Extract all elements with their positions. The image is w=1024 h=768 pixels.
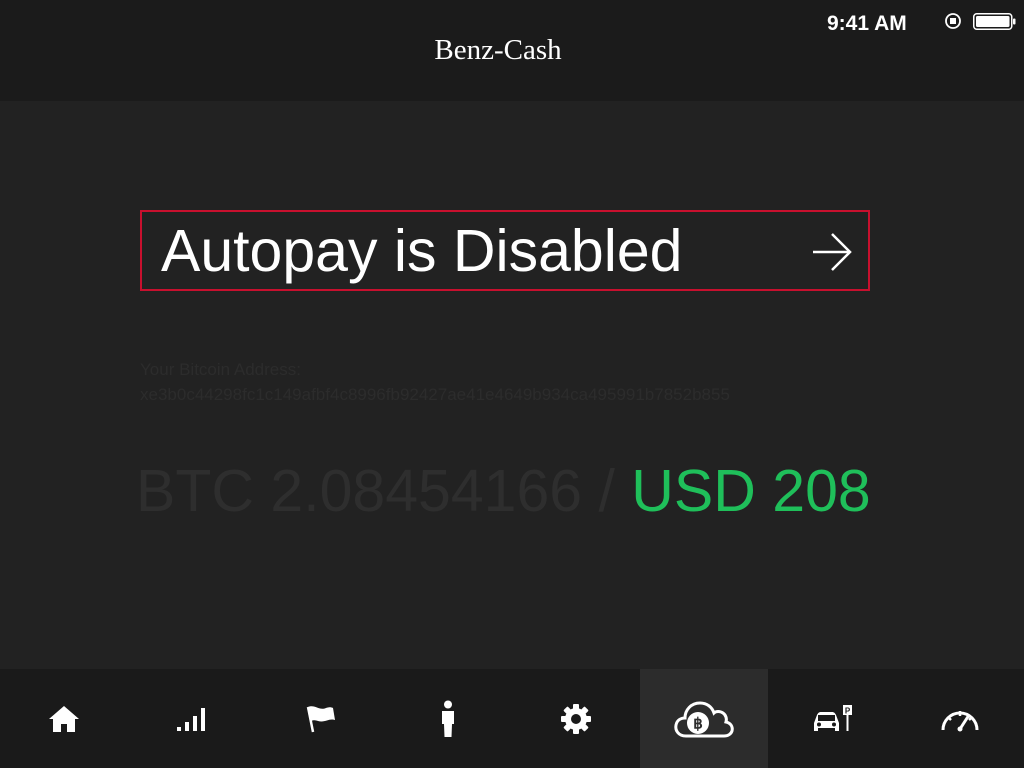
speedometer-icon [941, 710, 979, 731]
tab-signal[interactable] [128, 669, 256, 768]
balance-display: BTC 2.08454166 / USD 208 [136, 456, 871, 526]
autopay-status-label: Autopay is Disabled [161, 218, 683, 284]
home-icon [49, 705, 79, 732]
status-time: 9:41 AM [827, 12, 907, 35]
bitcoin-cloud-icon: ฿ [674, 700, 734, 737]
person-icon [442, 700, 454, 737]
bitcoin-address-label: Your Bitcoin Address: [140, 360, 301, 379]
autopay-toggle-button[interactable]: Autopay is Disabled [140, 210, 870, 291]
tab-flag[interactable] [256, 669, 384, 768]
main-content: Autopay is Disabled Your Bitcoin Address… [0, 101, 1024, 669]
signal-bars-icon [177, 707, 205, 731]
balance-separator: / [582, 458, 632, 524]
header-bar: Benz-Cash 9:41 AM [0, 0, 1024, 101]
bottom-tab-bar: ฿ P [0, 669, 1024, 768]
btc-balance: BTC 2.08454166 [136, 458, 583, 524]
bitcoin-address-value: xe3b0c44298fc1c149afbf4c8996fb92427ae41e… [140, 385, 730, 404]
arrow-right-icon [813, 233, 852, 271]
tab-home[interactable] [0, 669, 128, 768]
gear-icon [561, 703, 591, 734]
tab-parking[interactable]: P [768, 669, 896, 768]
battery-full-icon [973, 13, 1016, 30]
location-lock-icon [945, 13, 961, 29]
tab-settings[interactable] [512, 669, 640, 768]
tab-speedometer[interactable] [896, 669, 1024, 768]
status-bar: 9:41 AM [764, 0, 1024, 44]
svg-text:P: P [845, 706, 851, 715]
car-parking-icon: P [814, 704, 852, 731]
flag-icon [306, 705, 335, 732]
usd-balance: USD 208 [631, 458, 871, 524]
tab-bitcoin-cloud[interactable]: ฿ [640, 669, 768, 768]
svg-text:฿: ฿ [693, 715, 703, 732]
tab-person[interactable] [384, 669, 512, 768]
